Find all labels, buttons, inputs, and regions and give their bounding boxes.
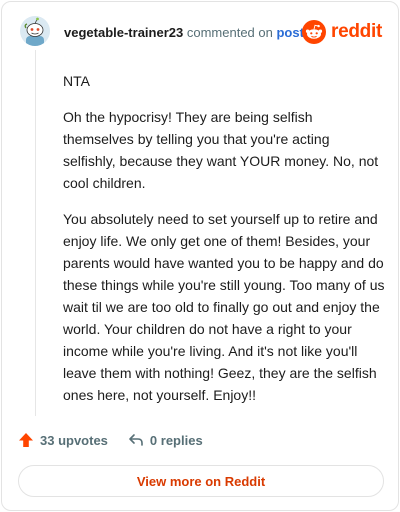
- comment-embed-card: vegetable-trainer23 commented on post re…: [1, 1, 399, 511]
- comment-actions: 33 upvotes 0 replies: [18, 430, 223, 450]
- comment-paragraph: You absolutely need to set yourself up t…: [63, 211, 385, 403]
- reddit-brand-link[interactable]: reddit: [302, 19, 382, 45]
- reddit-logo-icon: [302, 20, 327, 44]
- comment-body: NTA Oh the hypocrisy! They are being sel…: [63, 70, 385, 420]
- post-link[interactable]: post: [276, 25, 303, 40]
- commented-on-text: commented on: [186, 25, 273, 40]
- reply-arrow-icon: [128, 432, 144, 448]
- reply-count: 0 replies: [149, 432, 203, 448]
- author-name[interactable]: vegetable-trainer23: [64, 25, 183, 40]
- comment-paragraph: Oh the hypocrisy! They are being selfish…: [63, 109, 379, 191]
- snoo-avatar-icon: [20, 16, 50, 46]
- thread-line: [35, 50, 36, 416]
- upvote-count: 33 upvotes: [40, 432, 108, 448]
- view-more-on-reddit-button[interactable]: View more on Reddit: [18, 465, 384, 497]
- upvote-arrow-icon: [18, 432, 34, 448]
- author-line: vegetable-trainer23 commented on post: [64, 25, 304, 40]
- reply-button[interactable]: 0 replies: [128, 432, 203, 448]
- comment-paragraph: NTA: [63, 73, 90, 89]
- upvote-button[interactable]: 33 upvotes: [18, 432, 108, 448]
- reddit-wordmark: reddit: [331, 21, 382, 42]
- comment-header: vegetable-trainer23 commented on post re…: [18, 16, 382, 52]
- user-avatar[interactable]: [20, 16, 50, 46]
